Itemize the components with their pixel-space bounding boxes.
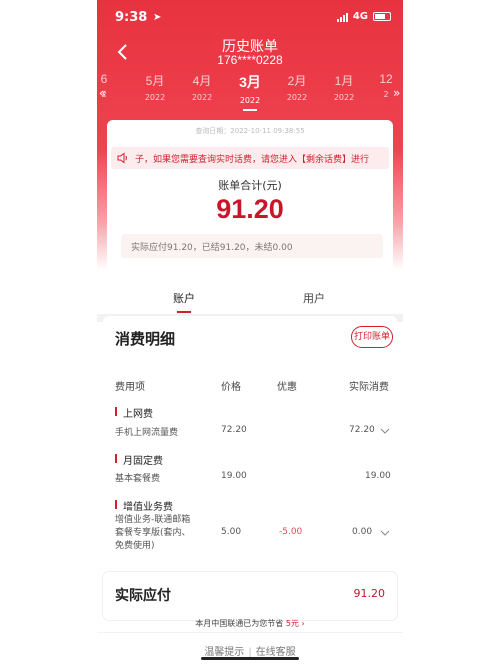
month-item[interactable]: 62 — [91, 72, 117, 99]
column-header-price: 价格 — [221, 382, 241, 393]
network-type: 4G — [352, 11, 368, 22]
print-bill-button[interactable]: 打印账单 — [351, 326, 393, 348]
battery-icon — [373, 12, 391, 21]
fee-item-actual: 0.00 — [352, 527, 373, 537]
location-arrow-icon: ➤ — [153, 12, 162, 23]
fee-item-actual: 72.20 — [349, 425, 375, 435]
tab-bar: 账户 用户 — [97, 282, 403, 314]
column-header-actual: 实际消费 — [349, 382, 389, 393]
bottom-bar: 温馨提示 | 在线客服 — [97, 632, 403, 667]
month-item[interactable]: 2月 2022 — [274, 72, 320, 102]
amount-due-card: 实际应付 91.20 — [103, 572, 397, 620]
signal-icon — [336, 12, 348, 22]
fee-group-title: 上网费 — [115, 405, 153, 420]
notice-text: 子，如果您需要查询实时话费，请您进入【剩余话费】进行 — [135, 154, 370, 165]
speaker-icon — [117, 152, 127, 164]
footer-links: 温馨提示 | 在线客服 — [97, 643, 403, 658]
consumption-detail-card: 消费明细 打印账单 费用项 价格 优惠 实际消费 上网费 手机上网流量费 72.… — [103, 316, 397, 558]
bill-total-amount: 91.20 — [216, 194, 284, 224]
phone-number: 176****0228 — [217, 53, 283, 67]
tab-indicator — [177, 311, 191, 313]
fee-item-name: 基本套餐费 — [115, 474, 161, 484]
amount-due-label: 实际应付 — [115, 588, 171, 604]
fee-item-name: 手机上网流量费 — [115, 428, 179, 438]
saving-notice[interactable]: 本月中国联通已为您节省 5元 › — [97, 618, 403, 629]
bill-summary-card: 查询日期：2022-10-11 09:38:55 子，如果您需要查询实时话费，请… — [107, 120, 393, 272]
bill-total-caption: 账单合计(元) — [218, 179, 282, 192]
fee-item-price: 72.20 — [221, 425, 247, 435]
fee-item-name: 增值业务-联通邮箱 套餐专享版(套内、 免费使用) — [115, 515, 191, 551]
month-item[interactable]: 12 2 — [373, 72, 399, 99]
month-item[interactable]: 4月 2022 — [179, 72, 225, 102]
payment-summary-text: 实际应付91.20，已结91.20，未结0.00 — [131, 242, 293, 253]
column-header-discount: 优惠 — [277, 382, 297, 393]
home-indicator — [201, 657, 299, 660]
status-time: 9:38 — [115, 10, 148, 25]
page: 9:38 ➤ 4G 历史账单 176****0228 « » 62 5月 2022 — [0, 0, 500, 667]
fee-group-title: 月固定费 — [115, 452, 163, 467]
query-date: 查询日期：2022-10-11 09:38:55 — [195, 127, 305, 135]
chevron-right-icon: › — [301, 619, 305, 628]
chevron-down-icon[interactable] — [380, 426, 390, 436]
payment-summary: 实际应付91.20，已结91.20，未结0.00 — [121, 234, 383, 258]
phone-screen: 9:38 ➤ 4G 历史账单 176****0228 « » 62 5月 2022 — [97, 0, 403, 667]
chevron-down-icon[interactable] — [380, 528, 390, 538]
month-item[interactable]: 5月 2022 — [132, 72, 178, 102]
section-title: 消费明细 — [115, 330, 176, 348]
amount-due-value: 91.20 — [353, 587, 386, 600]
status-indicators: 4G — [336, 11, 391, 22]
fee-item-discount: -5.00 — [279, 527, 303, 537]
status-bar: 9:38 ➤ 4G — [97, 0, 403, 34]
saving-text: 本月中国联通已为您节省 — [195, 619, 284, 628]
saving-amount: 5元 — [285, 619, 299, 628]
tab-account[interactable]: 账户 — [173, 290, 195, 306]
tab-user[interactable]: 用户 — [303, 290, 325, 306]
fee-item-actual: 19.00 — [365, 471, 391, 481]
notice-bar[interactable]: 子，如果您需要查询实时话费，请您进入【剩余话费】进行 — [111, 147, 389, 169]
month-item[interactable]: 1月 2022 — [321, 72, 367, 102]
month-item-selected[interactable]: 3月 2022 — [227, 72, 273, 111]
fee-group-title: 增值业务费 — [115, 498, 173, 513]
column-header-item: 费用项 — [115, 382, 145, 393]
fee-item-price: 5.00 — [221, 527, 242, 537]
month-selector: 62 5月 2022 4月 2022 3月 2022 2月 2022 1月 2022 12… — [97, 72, 403, 112]
fee-item-price: 19.00 — [221, 471, 247, 481]
